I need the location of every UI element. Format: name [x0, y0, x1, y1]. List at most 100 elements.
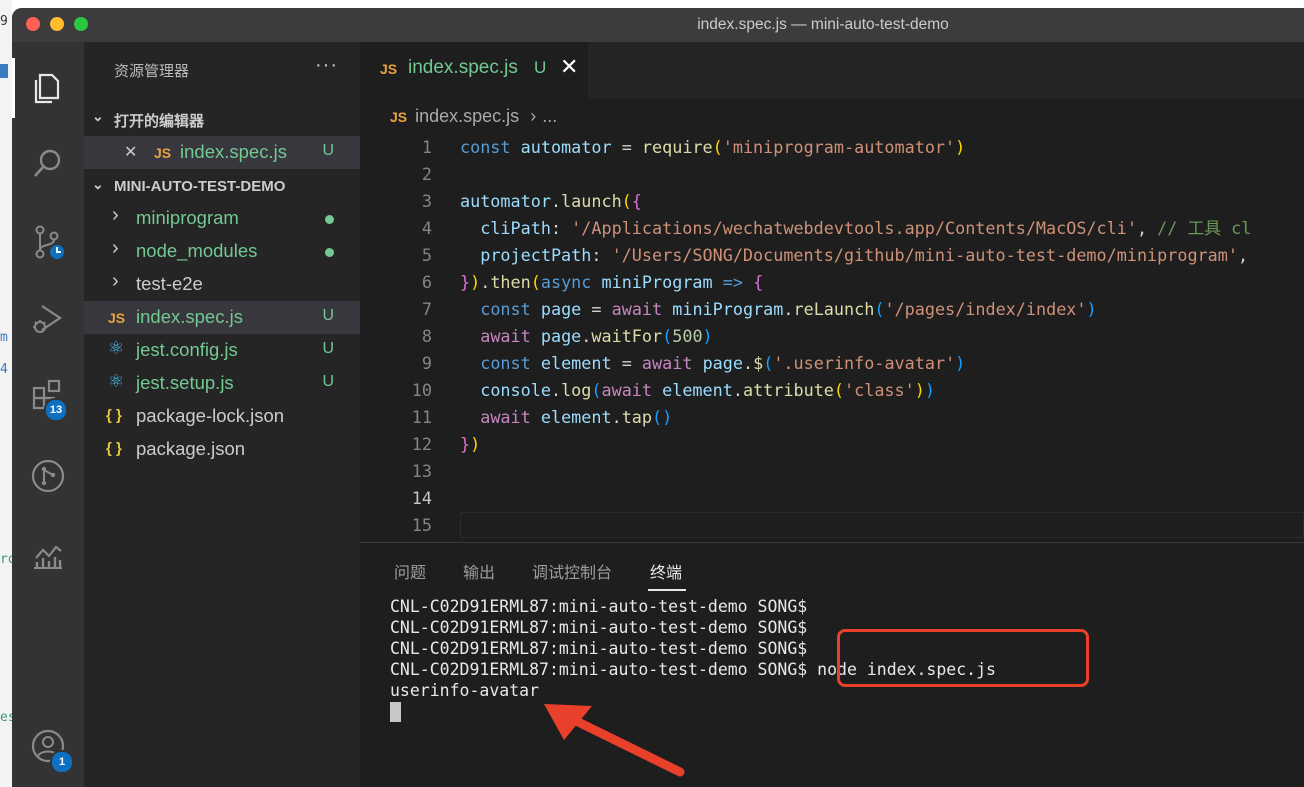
git-graph-icon[interactable]: [24, 452, 72, 500]
activity-bar: 13 1: [12, 42, 84, 787]
js-file-icon: JS: [380, 61, 398, 77]
account-badge: 1: [50, 750, 74, 774]
line-number: 10: [411, 380, 432, 400]
js-file-icon: JS: [390, 109, 408, 125]
code-line: 3 automator.launch({: [360, 188, 1304, 215]
code-line: 7 const page = await miniProgram.reLaunc…: [360, 296, 1304, 323]
react-file-icon: ⚛: [108, 371, 125, 391]
open-editors-section[interactable]: ⌄ 打开的编辑器: [84, 104, 360, 134]
code-line: 1 const automator = require('miniprogram-…: [360, 134, 1304, 161]
code-line: 4 cliPath: '/Applications/wechatwebdevto…: [360, 215, 1304, 242]
modified-dot: [325, 248, 334, 257]
timeline-chart-icon[interactable]: [24, 530, 72, 578]
chevron-right-icon: ›: [112, 204, 119, 226]
close-icon[interactable]: ✕: [124, 142, 137, 162]
code-line: 6}).then(async miniProgram => {: [360, 269, 1304, 296]
line-number: 8: [421, 326, 432, 346]
title-bar: index.spec.js — mini-auto-test-demo: [12, 8, 1304, 42]
tree-item-jest-config[interactable]: ⚛ jest.config.js U: [84, 334, 360, 367]
tab-debug-console[interactable]: 调试控制台: [532, 559, 612, 583]
code-line: 9 const element = await page.$('.userinf…: [360, 350, 1304, 377]
window-title: index.spec.js — mini-auto-test-demo: [697, 16, 949, 33]
code-line: 14: [360, 485, 1304, 512]
code-line: 12}): [360, 431, 1304, 458]
git-status-untracked: U: [322, 307, 334, 324]
line-number: 5: [421, 245, 432, 265]
json-file-icon: { }: [106, 407, 122, 424]
line-number: 2: [421, 164, 432, 184]
line-number: 1: [421, 137, 432, 157]
line-number: 15: [411, 515, 432, 535]
active-indicator: [12, 58, 15, 118]
files-icon[interactable]: [24, 64, 72, 112]
tree-item-label: miniprogram: [136, 207, 239, 228]
code-line: 2: [360, 161, 1304, 188]
tree-item-jest-setup[interactable]: ⚛ jest.setup.js U: [84, 367, 360, 400]
extensions-badge: 13: [44, 398, 68, 422]
tree-item-package-lock[interactable]: { } package-lock.json: [84, 400, 360, 433]
edge-fragment: 4: [0, 362, 8, 377]
tree-item-label: package.json: [136, 438, 246, 459]
search-icon[interactable]: [24, 140, 72, 188]
modified-dot: [325, 215, 334, 224]
chevron-right-icon: ›: [112, 270, 119, 292]
project-section[interactable]: ⌄ MINI-AUTO-TEST-DEMO: [84, 172, 360, 202]
line-number: 9: [421, 353, 432, 373]
edge-fragment: 9: [0, 14, 8, 29]
code-line: 13: [360, 458, 1304, 485]
line-number: 12: [411, 434, 432, 454]
annotation-highlight-box: [837, 629, 1089, 687]
active-tab-underline: [648, 589, 686, 591]
tree-item-package-json[interactable]: { } package.json: [84, 433, 360, 466]
tree-item-miniprogram[interactable]: › miniprogram: [84, 202, 360, 235]
git-status-untracked: U: [322, 373, 334, 390]
tree-item-node-modules[interactable]: › node_modules: [84, 235, 360, 268]
edge-fragment: m: [0, 330, 8, 345]
tab-output[interactable]: 输出: [463, 559, 495, 583]
close-tab-icon[interactable]: ✕: [560, 54, 578, 80]
breadcrumb-file[interactable]: index.spec.js: [415, 106, 519, 126]
vscode-window: index.spec.js — mini-auto-test-demo 13 1: [12, 8, 1304, 787]
source-control-icon[interactable]: [24, 218, 72, 266]
chevron-down-icon: ⌄: [92, 108, 104, 124]
project-title: MINI-AUTO-TEST-DEMO: [114, 178, 286, 195]
tree-item-label: jest.setup.js: [136, 372, 234, 393]
code-text: cliPath: '/Applications/wechatwebdevtool…: [480, 218, 1252, 238]
line-number: 4: [421, 218, 432, 238]
terminal-cursor: [390, 702, 401, 722]
tab-problems[interactable]: 问题: [394, 559, 426, 583]
tab-index-spec[interactable]: JS index.spec.js U ✕: [360, 42, 588, 98]
explorer-sidebar: 资源管理器 ··· ⌄ 打开的编辑器 ✕ JS index.spec.js U …: [84, 42, 360, 787]
editor-tabs: JS index.spec.js U ✕: [360, 42, 1304, 98]
code-line: 15: [360, 512, 1304, 539]
breadcrumb-tail[interactable]: ...: [542, 106, 557, 126]
js-file-icon: JS: [154, 145, 172, 161]
line-number: 7: [421, 299, 432, 319]
code-text: projectPath: '/Users/SONG/Documents/gith…: [480, 245, 1249, 265]
tree-item-label: jest.config.js: [136, 339, 238, 360]
edge-fragment: ro: [0, 552, 12, 567]
tree-item-index-spec[interactable]: JS index.spec.js U: [84, 301, 360, 334]
line-number: 14: [411, 488, 432, 508]
code-text: const page = await miniProgram.reLaunch(…: [480, 299, 1097, 319]
line-number: 3: [421, 191, 432, 211]
run-debug-icon[interactable]: [24, 294, 72, 342]
breadcrumb[interactable]: JS index.spec.js ›...: [390, 106, 557, 127]
breadcrumb-separator: ›: [530, 106, 537, 126]
code-text: await element.tap(): [480, 407, 673, 427]
line-number: 13: [411, 461, 432, 481]
code-text: automator.launch({: [460, 191, 642, 211]
code-text: }).then(async miniProgram => {: [460, 272, 764, 292]
open-editor-name: index.spec.js: [180, 141, 287, 162]
tree-item-test-e2e[interactable]: › test-e2e: [84, 268, 360, 301]
code-line: 11 await element.tap(): [360, 404, 1304, 431]
more-actions-button[interactable]: ···: [315, 54, 338, 77]
git-status-untracked: U: [534, 58, 547, 77]
edge-fragment: es: [0, 710, 12, 725]
tab-label: index.spec.js: [408, 57, 518, 78]
open-editor-item[interactable]: ✕ JS index.spec.js U: [84, 136, 360, 169]
annotation-arrow-icon: [544, 704, 685, 777]
tab-terminal[interactable]: 终端: [650, 559, 682, 583]
chevron-right-icon: ›: [112, 237, 119, 259]
tree-item-label: index.spec.js: [136, 306, 243, 327]
